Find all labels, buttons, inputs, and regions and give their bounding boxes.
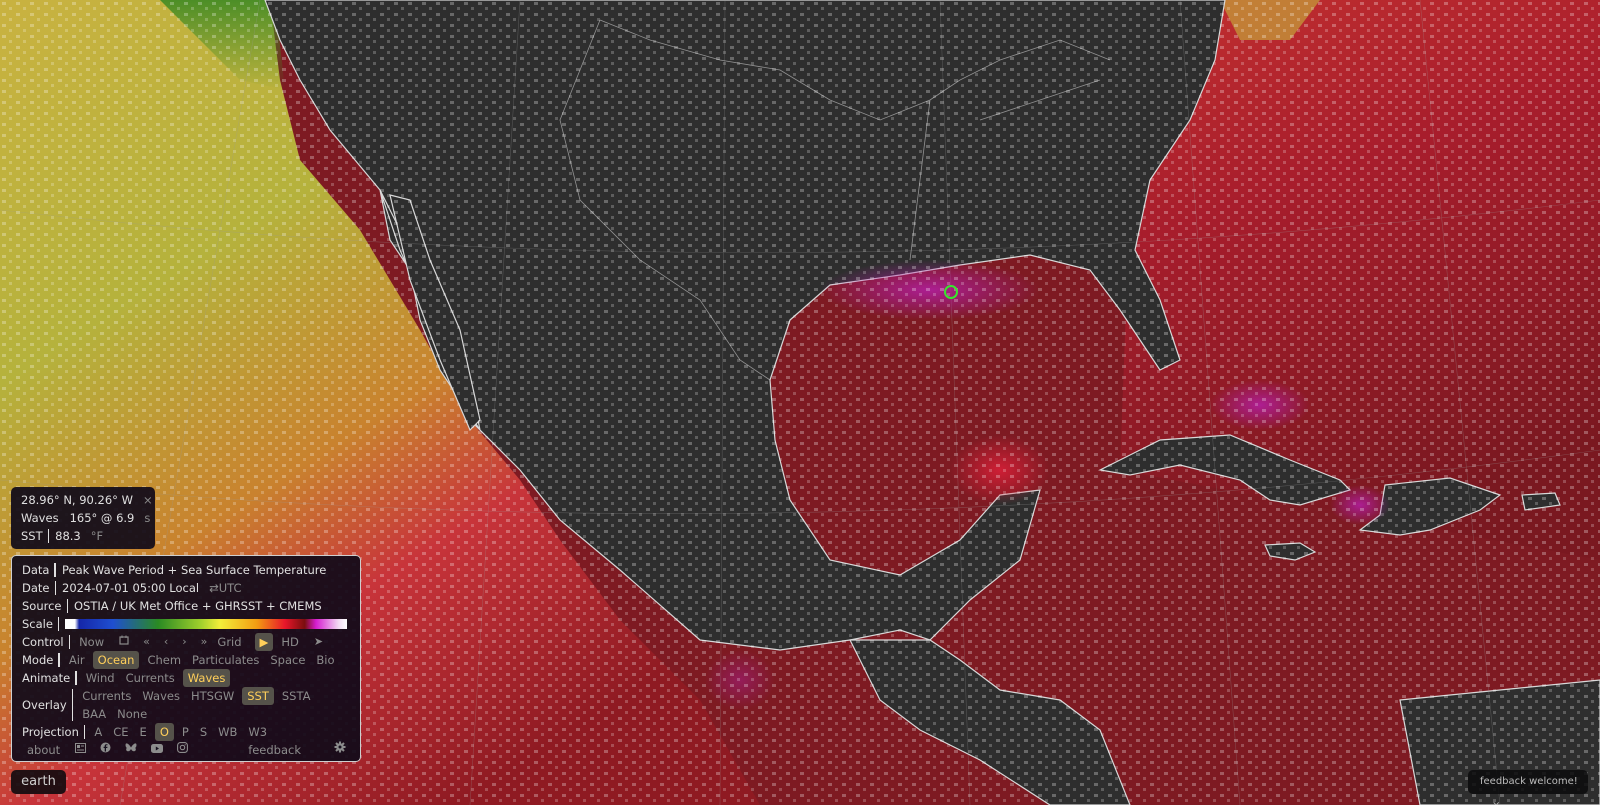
feedback-toast-text[interactable]: feedback welcome!: [1480, 776, 1578, 787]
utc-toggle[interactable]: ⇄UTC: [209, 579, 241, 597]
animate-option[interactable]: Waves: [182, 669, 231, 687]
separator: [71, 689, 74, 721]
forward-fast-button[interactable]: »: [201, 633, 208, 651]
close-icon[interactable]: ×: [1492, 800, 1500, 805]
mode-option[interactable]: Ocean: [92, 651, 140, 669]
mode-option[interactable]: Particulates: [189, 651, 262, 669]
location-waves-row: Waves 165° @ 6.9 s: [21, 509, 150, 527]
mode-option[interactable]: Chem: [144, 651, 184, 669]
projection-row: Projection A CE E O P S WB W3: [22, 723, 350, 741]
overlay-options: Currents Waves HTSGW SST SSTA BAA None: [79, 687, 329, 723]
data-value: Peak Wave Period + Sea Surface Temperatu…: [61, 563, 327, 577]
projection-option[interactable]: E: [137, 723, 150, 741]
forward-button[interactable]: ›: [182, 633, 186, 651]
location-coordinates-row: 28.96° N, 90.26° W ×: [21, 491, 153, 509]
source-row: Source OSTIA / UK Met Office + GHRSST + …: [22, 597, 350, 615]
facebook-icon[interactable]: [100, 741, 111, 759]
grid-button[interactable]: Grid: [214, 633, 244, 651]
feedback-toast: feedback welcome! ×: [1468, 770, 1588, 805]
menu-panel: Data Peak Wave Period + Sea Surface Temp…: [11, 555, 361, 762]
data-label: Data: [22, 563, 50, 577]
mode-option[interactable]: Bio: [313, 651, 337, 669]
overlay-option[interactable]: Waves: [139, 687, 183, 705]
separator: [66, 599, 68, 613]
projection-label: Projection: [22, 725, 79, 739]
scale-row: Scale: [22, 615, 350, 633]
hd-button[interactable]: HD: [278, 633, 302, 651]
rewind-fast-button[interactable]: «: [143, 633, 150, 651]
separator: [68, 635, 71, 649]
date-row: Date 2024-07-01 05:00 Local ⇄UTC: [22, 579, 350, 597]
projection-option[interactable]: S: [197, 723, 210, 741]
feedback-link[interactable]: feedback: [245, 741, 304, 759]
mode-option[interactable]: Space: [267, 651, 308, 669]
control-label: Control: [22, 635, 64, 649]
animate-option[interactable]: Wind: [83, 669, 118, 687]
now-button[interactable]: Now: [76, 633, 107, 651]
rewind-button[interactable]: ‹: [164, 633, 168, 651]
close-icon[interactable]: ×: [143, 491, 153, 509]
color-scale-bar[interactable]: [65, 619, 348, 629]
news-icon[interactable]: [75, 741, 87, 759]
bluesky-icon[interactable]: [125, 741, 137, 759]
separator: [83, 725, 86, 739]
location-panel: 28.96° N, 90.26° W × Waves 165° @ 6.9 s …: [11, 487, 155, 549]
date-value: 2024-07-01 05:00 Local: [62, 581, 200, 595]
about-link[interactable]: about: [24, 741, 63, 759]
data-row: Data Peak Wave Period + Sea Surface Temp…: [22, 561, 350, 579]
separator: [54, 563, 56, 577]
source-value: OSTIA / UK Met Office + GHRSST + CMEMS: [74, 599, 322, 613]
sst-unit[interactable]: °F: [91, 527, 103, 545]
overlay-option[interactable]: SSTA: [279, 687, 314, 705]
projection-option[interactable]: CE: [110, 723, 131, 741]
source-label: Source: [22, 599, 62, 613]
control-row: Control Now « ‹ › » Grid ▶ HD ➤: [22, 633, 350, 651]
location-sst-row: SST 88.3 °F: [21, 527, 145, 545]
separator: [47, 529, 50, 543]
instagram-icon[interactable]: [177, 741, 189, 759]
separator: [75, 671, 77, 685]
settings-gear-icon[interactable]: [334, 741, 346, 759]
overlay-option[interactable]: HTSGW: [188, 687, 237, 705]
calendar-icon[interactable]: [119, 633, 129, 651]
separator: [54, 581, 56, 595]
projection-option[interactable]: A: [91, 723, 105, 741]
separator: [57, 617, 60, 631]
overlay-label: Overlay: [22, 698, 67, 712]
sst-value: 88.3: [55, 529, 81, 543]
date-label: Date: [22, 581, 50, 595]
separator: [58, 653, 60, 667]
sst-label: SST: [21, 529, 43, 543]
locate-icon[interactable]: ➤: [314, 633, 323, 651]
waves-value: 165° @ 6.9: [69, 511, 135, 525]
waves-label: Waves: [21, 511, 59, 525]
overlay-option[interactable]: BAA: [79, 705, 109, 723]
play-button[interactable]: ▶: [254, 633, 274, 651]
projection-option[interactable]: P: [179, 723, 192, 741]
location-coordinates: 28.96° N, 90.26° W: [21, 493, 133, 507]
projection-option[interactable]: W3: [245, 723, 270, 741]
animate-row: Animate Wind Currents Waves: [22, 669, 350, 687]
projection-option[interactable]: WB: [215, 723, 240, 741]
waves-unit[interactable]: s: [144, 509, 150, 527]
projection-option[interactable]: O: [154, 723, 174, 741]
overlay-option[interactable]: SST: [242, 687, 274, 705]
scale-label: Scale: [22, 617, 53, 631]
animate-label: Animate: [22, 671, 71, 685]
overlay-row: Overlay Currents Waves HTSGW SST SSTA BA…: [22, 687, 350, 723]
mode-option[interactable]: Air: [66, 651, 88, 669]
footer-row: about feedback: [22, 741, 350, 759]
mode-label: Mode: [22, 653, 54, 667]
overlay-option[interactable]: Currents: [79, 687, 134, 705]
youtube-icon[interactable]: [151, 741, 164, 759]
earth-menu-button[interactable]: earth: [11, 770, 66, 794]
overlay-option[interactable]: None: [114, 705, 150, 723]
animate-option[interactable]: Currents: [123, 669, 178, 687]
mode-row: Mode Air Ocean Chem Particulates Space B…: [22, 651, 350, 669]
